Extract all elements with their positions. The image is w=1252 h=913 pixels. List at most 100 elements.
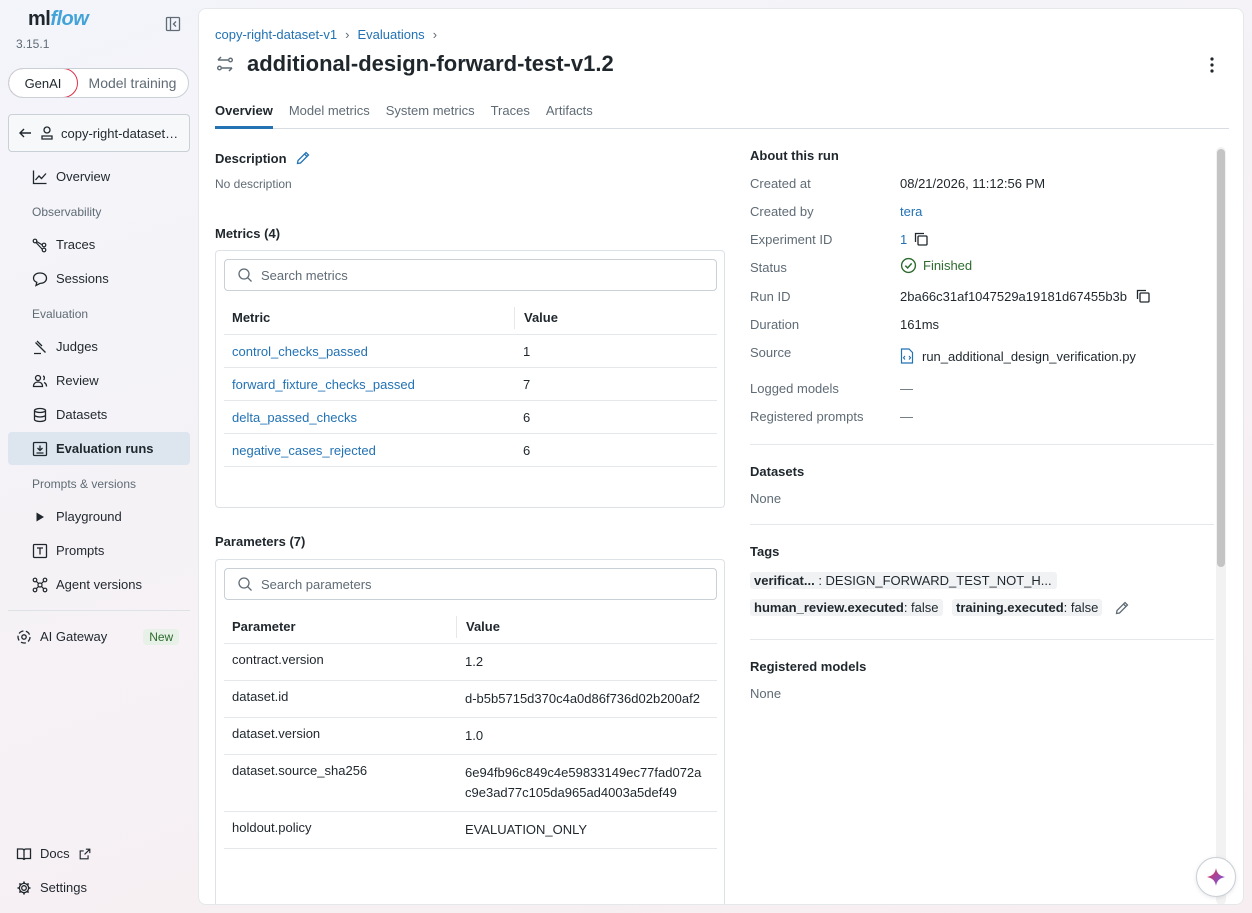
duration-value: 161ms [900, 317, 940, 332]
metric-name-link[interactable]: negative_cases_rejected [224, 443, 514, 458]
run-id-value: 2ba66c31af1047529a19181d67455b3b [900, 288, 1151, 304]
parameters-search-input[interactable] [261, 576, 701, 592]
parameters-table-header: Parameter Value [224, 610, 717, 644]
param-value: 1.2 [465, 654, 484, 669]
more-options-icon[interactable] [1202, 55, 1222, 75]
param-value: d-b5b5715d370c4a0d86f736d02b200af2 [465, 691, 700, 706]
mode-genai-button[interactable]: GenAI [9, 69, 78, 97]
scrollbar[interactable] [1216, 147, 1226, 904]
param-name: dataset.version [232, 726, 321, 741]
mlflow-logo[interactable]: mlflow [28, 8, 89, 31]
created-at-label: Created at [750, 176, 811, 191]
nav-agent-versions[interactable]: Agent versions [8, 568, 190, 601]
tags-header: Tags [750, 544, 780, 559]
nav-docs[interactable]: Docs [8, 837, 190, 870]
mode-switch: GenAI Model training [8, 68, 189, 98]
nav-section-observability: Observability [32, 205, 102, 219]
back-arrow-icon[interactable] [17, 125, 33, 141]
experiment-selector[interactable]: copy-right-dataset-v1 [8, 114, 190, 152]
nav-judges[interactable]: Judges [8, 330, 190, 363]
sidebar-collapse-icon[interactable] [165, 16, 181, 32]
tag-chip[interactable]: human_review.executed: false [750, 599, 943, 616]
nav-review[interactable]: Review [8, 364, 190, 397]
database-icon [33, 407, 47, 422]
copy-icon[interactable] [1135, 288, 1151, 304]
created-by-link[interactable]: tera [900, 204, 922, 219]
metrics-table: Metric Value control_checks_passed 1 for… [224, 301, 717, 467]
experiment-id-link[interactable]: 1 [900, 232, 907, 247]
metric-name-link[interactable]: delta_passed_checks [224, 410, 514, 425]
param-value: 1.0 [465, 728, 484, 743]
edit-pencil-icon[interactable] [295, 150, 311, 166]
nav-traces[interactable]: Traces [8, 228, 190, 261]
assistant-button[interactable] [1196, 857, 1236, 897]
nav-prompts[interactable]: Prompts [8, 534, 190, 567]
table-row: dataset.version 1.0 [224, 718, 717, 755]
tab-system-metrics[interactable]: System metrics [386, 101, 475, 129]
tag-chip[interactable]: verificat... : DESIGN_FORWARD_TEST_NOT_H… [750, 572, 1057, 589]
source-value: run_additional_design_verification.py [900, 348, 1136, 364]
sparkle-icon [1207, 868, 1225, 886]
breadcrumb-evaluations[interactable]: Evaluations [357, 27, 424, 42]
logged-models-label: Logged models [750, 381, 839, 396]
run-id-label: Run ID [750, 289, 791, 304]
tab-artifacts[interactable]: Artifacts [546, 101, 593, 129]
metrics-header: Metrics (4) [215, 226, 281, 241]
tag-chip[interactable]: training.executed: false [952, 599, 1103, 616]
tab-traces[interactable]: Traces [491, 101, 530, 129]
parameters-search[interactable] [224, 568, 717, 600]
gateway-icon [17, 629, 31, 644]
nav-playground[interactable]: Playground [8, 500, 190, 533]
nav-evaluation-runs[interactable]: Evaluation runs [8, 432, 190, 465]
scrollbar-thumb[interactable] [1217, 149, 1225, 567]
col-metric: Metric [232, 310, 271, 325]
divider [750, 524, 1214, 525]
table-row: holdout.policy EVALUATION_ONLY [224, 812, 717, 849]
parameters-table: Parameter Value contract.version 1.2 dat… [224, 610, 717, 849]
metrics-search[interactable] [224, 259, 717, 291]
chat-bubble-icon [32, 271, 48, 287]
status-text: Finished [923, 258, 973, 273]
datasets-value: None [750, 491, 782, 506]
file-code-icon [900, 348, 914, 364]
tab-model-metrics[interactable]: Model metrics [289, 101, 370, 129]
prompt-icon [32, 543, 48, 558]
mode-training-button[interactable]: Model training [77, 69, 188, 97]
metric-value: 1 [523, 343, 531, 359]
edit-tags-icon[interactable] [1114, 600, 1130, 616]
param-name: dataset.source_sha256 [232, 763, 368, 778]
nav-sessions[interactable]: Sessions [8, 262, 190, 295]
source-label: Source [750, 345, 792, 360]
nav-settings[interactable]: Settings [8, 871, 190, 904]
nav-overview[interactable]: Overview [8, 160, 190, 193]
param-value: 6e94fb96c849c4e59833149ec77fad072ac9e3ad… [465, 765, 702, 800]
tab-overview[interactable]: Overview [215, 101, 273, 129]
metrics-table-header: Metric Value [224, 301, 717, 335]
metric-name-link[interactable]: forward_fixture_checks_passed [224, 377, 514, 392]
table-row: contract.version 1.2 [224, 644, 717, 681]
gear-icon [17, 881, 31, 894]
param-value: EVALUATION_ONLY [465, 822, 588, 837]
run-id-text: 2ba66c31af1047529a19181d67455b3b [900, 288, 1128, 304]
col-value: Value [456, 615, 717, 638]
nav-datasets[interactable]: Datasets [8, 398, 190, 431]
experiment-name: copy-right-dataset-v1 [61, 125, 179, 141]
registered-prompts-label: Registered prompts [750, 409, 864, 424]
registered-models-value: None [750, 686, 782, 701]
evaluation-runs-icon [32, 441, 48, 456]
breadcrumb-experiment[interactable]: copy-right-dataset-v1 [215, 27, 337, 42]
check-circle-icon [900, 257, 917, 274]
col-parameter: Parameter [232, 619, 296, 634]
metrics-search-input[interactable] [261, 267, 701, 283]
nav-ai-gateway[interactable]: AI Gateway New [8, 620, 190, 653]
title-row: additional-design-forward-test-v1.2 [215, 51, 614, 77]
table-row: control_checks_passed 1 [224, 335, 717, 368]
source-text[interactable]: run_additional_design_verification.py [922, 349, 1136, 364]
traces-icon [32, 238, 47, 252]
copy-icon[interactable] [913, 231, 929, 247]
created-at-value: 08/21/2026, 11:12:56 PM [900, 176, 1046, 191]
metric-value: 6 [523, 409, 531, 425]
metric-name-link[interactable]: control_checks_passed [224, 344, 514, 359]
datasets-header: Datasets [750, 464, 805, 479]
version-label: 3.15.1 [16, 37, 50, 51]
